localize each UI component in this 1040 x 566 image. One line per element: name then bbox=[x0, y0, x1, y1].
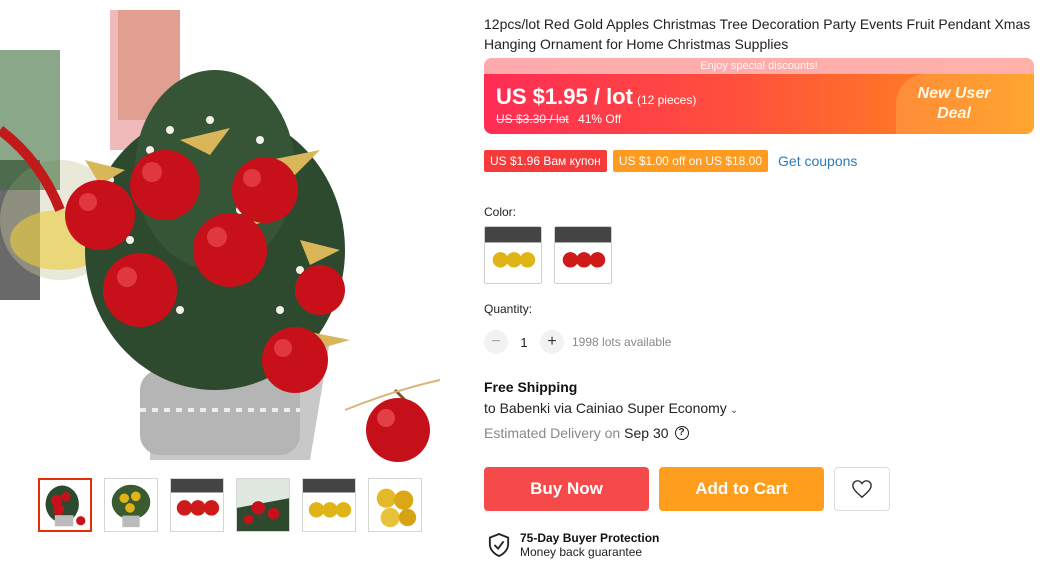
thumbnail-1[interactable] bbox=[38, 478, 92, 532]
coupon-discount[interactable]: US $1.96 Вам купон bbox=[484, 150, 607, 172]
estimated-delivery: Estimated Delivery on Sep 30 ? bbox=[484, 425, 689, 441]
protection-subtitle: Money back guarantee bbox=[520, 545, 643, 559]
color-swatch-gold[interactable] bbox=[484, 226, 542, 284]
buyer-protection: 75-Day Buyer Protection Money back guara… bbox=[488, 531, 659, 559]
shipping-title: Free Shipping bbox=[484, 379, 578, 395]
wishlist-button[interactable] bbox=[834, 467, 890, 511]
price-banner: Enjoy special discounts! US $1.95 / lot(… bbox=[484, 58, 1034, 134]
add-to-cart-button[interactable]: Add to Cart bbox=[659, 467, 824, 511]
thumbnail-3[interactable] bbox=[170, 478, 224, 532]
eta-date: Sep 30 bbox=[624, 425, 669, 441]
thumbnail-6[interactable] bbox=[368, 478, 422, 532]
purchase-actions: Buy Now Add to Cart bbox=[484, 467, 890, 511]
new-user-deal-badge: New User Deal bbox=[917, 85, 991, 122]
product-gallery bbox=[0, 0, 470, 566]
help-icon[interactable]: ? bbox=[674, 426, 689, 440]
discount-percent: 41% Off bbox=[578, 112, 622, 126]
coupon-row: US $1.96 Вам купон US $1.00 off on US $1… bbox=[484, 150, 857, 172]
heart-icon bbox=[852, 480, 872, 499]
buy-now-button[interactable]: Buy Now bbox=[484, 467, 649, 511]
chevron-down-icon: ⌄ bbox=[729, 405, 739, 416]
quantity-decrease-button[interactable]: − bbox=[484, 330, 508, 354]
color-label: Color: bbox=[484, 205, 517, 219]
original-price: US $3.30 / lot bbox=[496, 112, 569, 126]
price-pieces: (12 pieces) bbox=[636, 93, 697, 107]
thumbnail-4[interactable] bbox=[236, 478, 290, 532]
price-value: US $1.95 / lot bbox=[496, 84, 633, 109]
shield-check-icon bbox=[488, 533, 510, 557]
product-title: 12pcs/lot Red Gold Apples Christmas Tree… bbox=[484, 16, 1031, 52]
protection-text: 75-Day Buyer Protection Money back guara… bbox=[520, 531, 659, 559]
thumbnail-5[interactable] bbox=[302, 478, 356, 532]
stock-available: 1998 lots available bbox=[572, 335, 672, 349]
coupon-threshold[interactable]: US $1.00 off on US $18.00 bbox=[612, 150, 769, 172]
quantity-value[interactable]: 1 bbox=[508, 335, 540, 350]
color-swatch-red[interactable] bbox=[554, 226, 612, 284]
quantity-label: Quantity: bbox=[484, 302, 533, 316]
mini-christmas-tree-image bbox=[0, 10, 470, 465]
shipping-destination-text: to Babenki via Cainiao Super Economy bbox=[484, 400, 727, 416]
protection-title: 75-Day Buyer Protection bbox=[520, 531, 660, 545]
get-coupons-link[interactable]: Get coupons bbox=[778, 153, 857, 169]
shipping-destination[interactable]: to Babenki via Cainiao Super Economy ⌄ bbox=[484, 400, 738, 416]
quantity-stepper: − 1 + 1998 lots available bbox=[484, 330, 671, 354]
thumbnail-2[interactable] bbox=[104, 478, 158, 532]
quantity-increase-button[interactable]: + bbox=[540, 330, 564, 354]
thumbnail-strip bbox=[38, 478, 422, 532]
original-price-row: US $3.30 / lot 41% Off bbox=[496, 112, 621, 126]
main-product-image[interactable] bbox=[0, 10, 470, 465]
promo-strip: Enjoy special discounts! bbox=[484, 58, 1034, 74]
color-swatches bbox=[484, 226, 612, 284]
current-price: US $1.95 / lot (12 pieces) bbox=[496, 84, 696, 110]
eta-label: Estimated Delivery on bbox=[484, 425, 621, 441]
